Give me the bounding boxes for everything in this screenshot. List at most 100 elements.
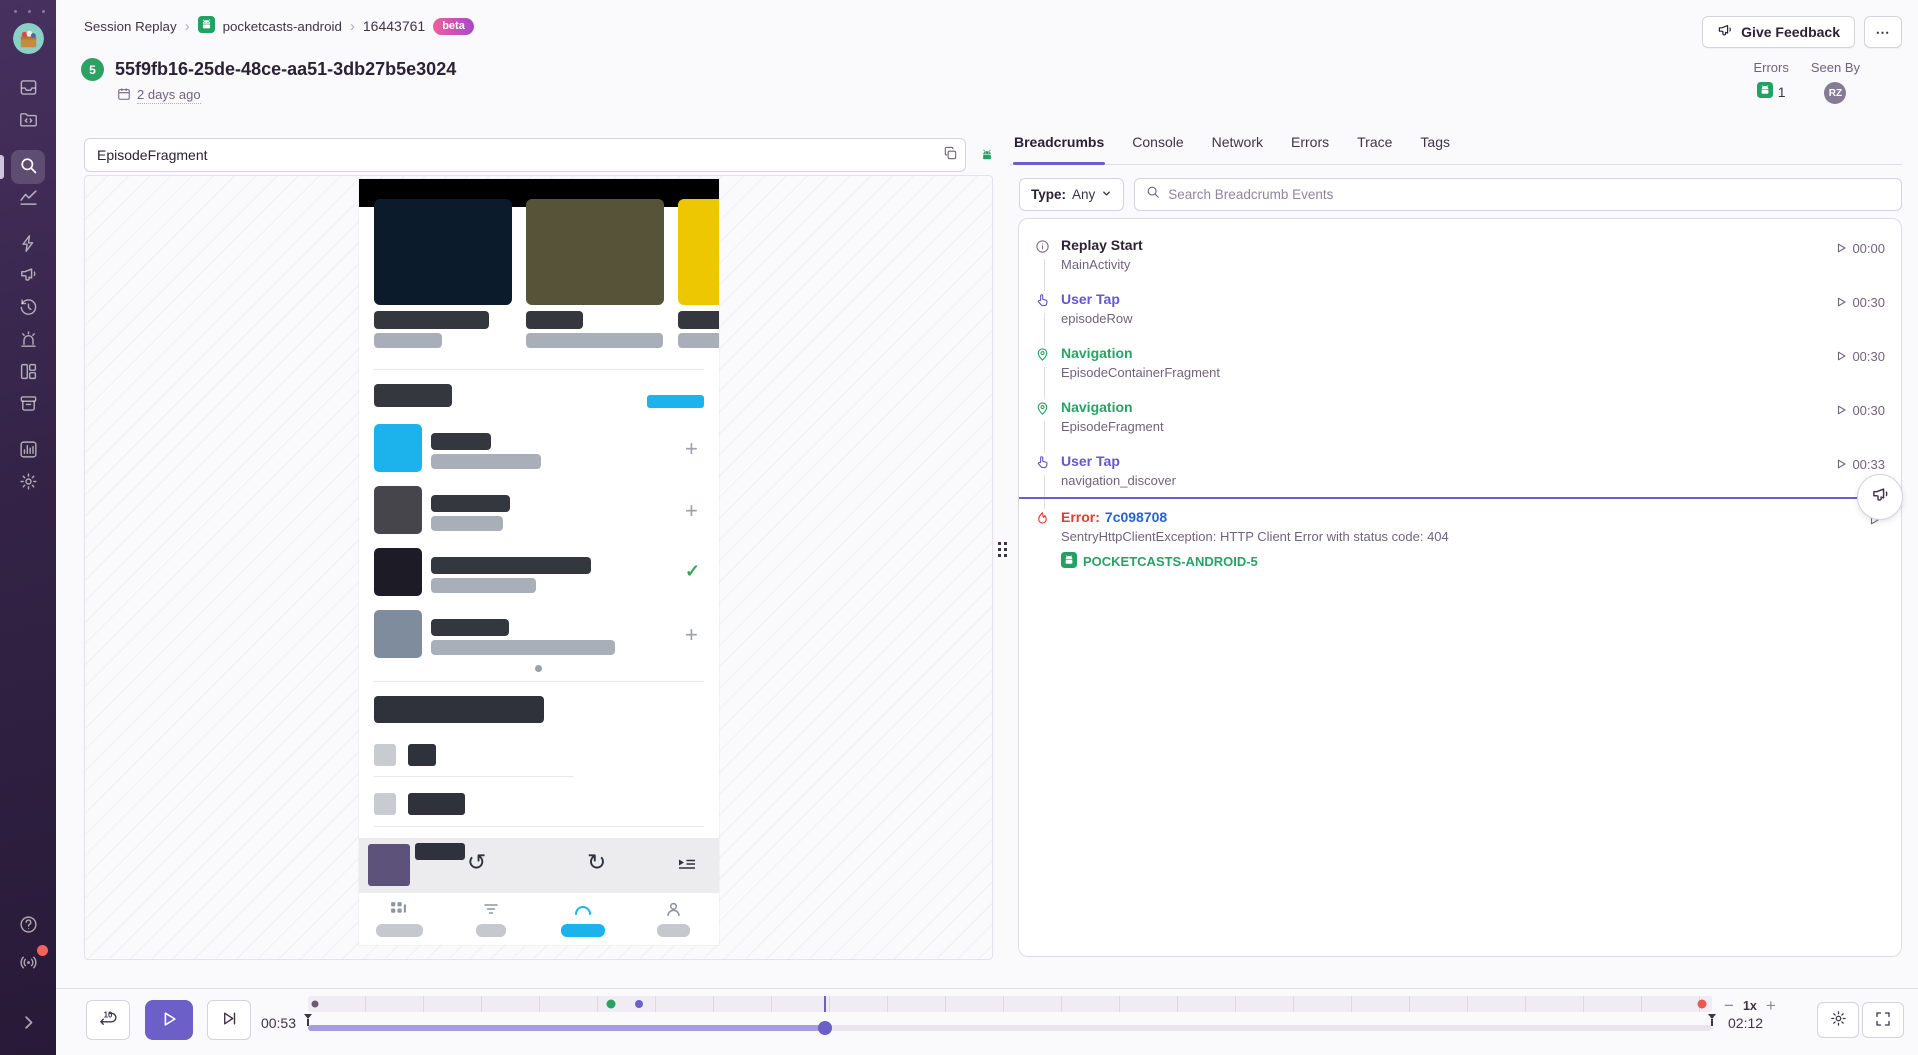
dom-search-input[interactable]	[85, 147, 935, 163]
sidebar-item-stats[interactable]	[11, 434, 45, 468]
tab-tags[interactable]: Tags	[1419, 132, 1451, 164]
zoom-window-start-handle[interactable]	[304, 1014, 312, 1026]
sidebar-item-dashboards[interactable]	[11, 356, 45, 390]
breadcrumb-replay-id: 16443761	[363, 18, 425, 34]
breadcrumb-timestamp[interactable]: 00:30	[1835, 293, 1885, 311]
plus-icon: +	[685, 500, 707, 522]
skip-to-end-icon	[221, 1010, 238, 1030]
panel-resize-handle[interactable]	[997, 132, 1009, 960]
issues-icon	[19, 78, 38, 100]
copy-button[interactable]	[935, 140, 965, 170]
replay-dom-search	[84, 138, 966, 172]
breadcrumbs-panel: Breadcrumbs Console Network Errors Trace Tags…	[1010, 132, 1902, 957]
breadcrumb-timestamp[interactable]: 00:30	[1835, 347, 1885, 365]
breadcrumb-description: episodeRow	[1061, 311, 1835, 326]
sidebar-item-performance[interactable]	[11, 228, 45, 262]
player-settings-button[interactable]	[1817, 1002, 1859, 1038]
floating-feedback-button[interactable]	[1857, 474, 1903, 520]
breadcrumb-row[interactable]: User TapepisodeRow00:30	[1019, 281, 1901, 335]
performance-icon	[19, 234, 38, 256]
issue-link[interactable]: POCKETCASTS-ANDROID-5	[1061, 552, 1868, 581]
give-feedback-button[interactable]: Give Feedback	[1702, 16, 1855, 48]
replays-icon	[19, 298, 38, 320]
stats-icon	[19, 440, 38, 462]
sidebar-item-settings[interactable]	[11, 466, 45, 500]
projects-icon	[19, 110, 38, 132]
releases-icon	[19, 394, 38, 416]
timeline-zoom-level[interactable]: 1x	[1743, 999, 1757, 1013]
timeline-zoom-in-button[interactable]: +	[1766, 997, 1776, 1014]
breadcrumb-row[interactable]: NavigationEpisodeContainerFragment00:30	[1019, 335, 1901, 389]
breadcrumb-timestamp[interactable]: 00:33	[1835, 455, 1885, 473]
type-filter-dropdown[interactable]: Type: Any	[1019, 178, 1124, 211]
tab-console[interactable]: Console	[1131, 132, 1184, 164]
svg-text:10: 10	[103, 1011, 112, 1020]
podcast-card	[678, 199, 719, 305]
timeline-playhead-line	[824, 996, 826, 1012]
errors-count[interactable]: 1	[1757, 82, 1786, 101]
tab-errors[interactable]: Errors	[1290, 132, 1330, 164]
sidebar-item-trends[interactable]	[11, 182, 45, 216]
location-pin-icon	[1035, 345, 1055, 367]
episode-row	[374, 486, 422, 534]
tab-trace[interactable]: Trace	[1356, 132, 1393, 164]
whats-new-button[interactable]	[11, 947, 45, 981]
breadcrumb-timestamp[interactable]: 00:00	[1835, 239, 1885, 257]
breadcrumb-row[interactable]: Replay StartMainActivity00:00	[1019, 227, 1901, 281]
event-minimap[interactable]	[308, 996, 1712, 1012]
breadcrumb-title: Error:	[1061, 509, 1100, 525]
play-icon	[160, 1010, 178, 1031]
breadcrumb-session-replay[interactable]: Session Replay	[84, 19, 177, 34]
timeline-event-dot[interactable]	[312, 1001, 319, 1008]
breadcrumb-row[interactable]: User Tapnavigation_discover00:33	[1019, 443, 1901, 497]
sidebar-expand-button[interactable]	[11, 1007, 45, 1041]
breadcrumb-row[interactable]: NavigationEpisodeFragment00:30	[1019, 389, 1901, 443]
timeline-event-dot[interactable]	[1698, 1000, 1707, 1009]
breadcrumb-description: MainActivity	[1061, 257, 1835, 272]
replay-frame: + + ✓ +	[359, 179, 719, 945]
breadcrumb-separator: ›	[350, 18, 355, 35]
type-filter-value: Any	[1072, 187, 1095, 202]
errors-label: Errors	[1753, 60, 1788, 75]
sidebar-item-replays[interactable]	[11, 292, 45, 326]
episode-row	[374, 424, 422, 472]
breadcrumb-search-input[interactable]	[1168, 187, 1890, 202]
chevron-right-icon	[19, 1013, 38, 1035]
replay-viewport[interactable]: + + ✓ +	[84, 175, 993, 960]
fullscreen-button[interactable]	[1862, 1002, 1904, 1038]
pagination-dot	[535, 665, 542, 672]
more-options-button[interactable]: ⋯	[1864, 16, 1902, 48]
error-id-link[interactable]: 7c098708	[1105, 509, 1167, 525]
chevron-down-icon	[1101, 187, 1112, 202]
seen-by-label: Seen By	[1811, 60, 1860, 75]
fire-icon	[1035, 509, 1055, 531]
android-project-icon	[1757, 82, 1773, 101]
jump-back-10s-button[interactable]: 10	[86, 1000, 130, 1040]
seek-bar[interactable]	[308, 1025, 1712, 1031]
tab-network[interactable]: Network	[1211, 132, 1264, 164]
podcast-card	[526, 199, 664, 305]
gear-icon	[1830, 1010, 1847, 1030]
breadcrumb-description: navigation_discover	[1061, 473, 1835, 488]
seek-handle[interactable]	[818, 1021, 832, 1035]
sidebar-item-issues[interactable]	[11, 72, 45, 106]
org-avatar[interactable]	[13, 23, 44, 54]
sidebar-item-projects[interactable]	[11, 104, 45, 138]
timeline-event-dot[interactable]	[635, 1000, 643, 1008]
breadcrumb-row[interactable]: Error:7c098708SentryHttpClientException:…	[1019, 497, 1901, 581]
play-button[interactable]	[145, 1000, 193, 1040]
help-button[interactable]	[11, 909, 45, 943]
breadcrumb-timestamp[interactable]: 00:30	[1835, 401, 1885, 419]
timeline-zoom-out-button[interactable]: −	[1724, 997, 1734, 1014]
tab-breadcrumbs[interactable]: Breadcrumbs	[1013, 132, 1105, 164]
breadcrumb-project[interactable]: pocketcasts-android	[223, 19, 342, 34]
viewer-avatar[interactable]: RZ	[1824, 82, 1846, 104]
sidebar-item-feedback[interactable]	[11, 260, 45, 294]
sidebar-item-alerts[interactable]	[11, 324, 45, 358]
explore-icon	[19, 156, 38, 178]
timeline-event-dot[interactable]	[607, 1000, 616, 1009]
sidebar-item-releases[interactable]	[11, 388, 45, 422]
sidebar-item-explore[interactable]	[11, 150, 45, 184]
zoom-window-end-handle[interactable]	[1708, 1014, 1716, 1026]
replay-timeline[interactable]	[308, 989, 1712, 1055]
